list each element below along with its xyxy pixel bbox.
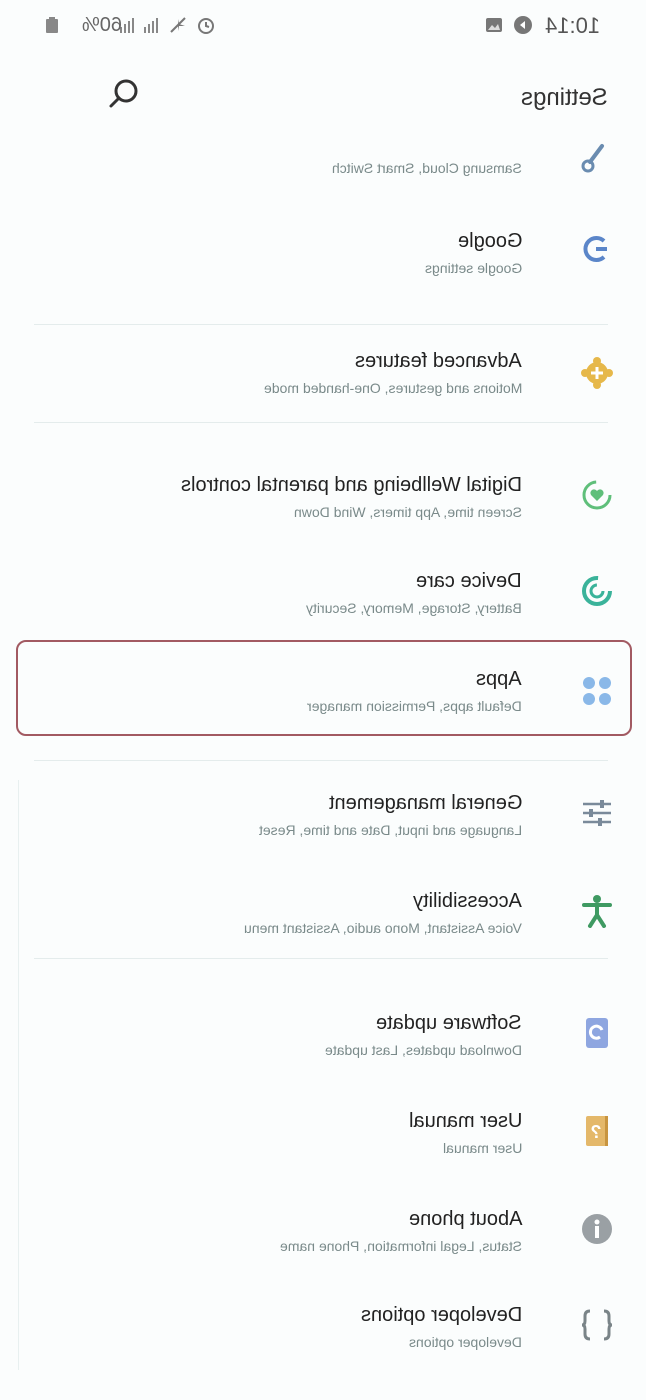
item-title: Apps	[476, 668, 522, 690]
battery-percentage: 60%	[82, 14, 123, 36]
airplane-off-icon	[170, 17, 186, 33]
sliders-icon	[583, 800, 611, 826]
item-subtitle: Screen time, App timers, Wind Down	[294, 504, 522, 520]
google-icon	[583, 236, 607, 262]
item-subtitle: Download updates, Last update	[325, 1042, 522, 1058]
puzzle-gear-icon	[581, 357, 613, 389]
item-title: Software update	[376, 1012, 522, 1034]
item-subtitle: Developer options	[409, 1334, 522, 1350]
braces-icon	[581, 1309, 613, 1341]
settings-item-software-update[interactable]: Software update Download updates, Last u…	[18, 1002, 630, 1072]
accessibility-icon	[582, 895, 612, 928]
item-title: Device care	[416, 570, 522, 592]
settings-item-apps[interactable]: Apps Default apps, Permission manager	[18, 658, 630, 728]
settings-item-advanced-features[interactable]: Advanced features Motions and gestures, …	[18, 340, 630, 410]
settings-item-about-phone[interactable]: About phone Status, Legal information, P…	[18, 1198, 630, 1268]
item-title: Advanced features	[355, 350, 522, 372]
settings-item-device-care[interactable]: Device care Battery, Storage, Memory, Se…	[18, 560, 630, 630]
item-title: Digital Wellbeing and parental controls	[181, 474, 522, 496]
software-update-icon	[586, 1018, 608, 1048]
page-title: Settings	[521, 84, 608, 111]
device-care-icon	[582, 576, 612, 606]
item-subtitle: Samsung Cloud, Smart Switch	[332, 160, 522, 176]
item-subtitle: Language and input, Date and time, Reset	[258, 822, 522, 838]
alarm-icon	[198, 18, 214, 34]
header: Settings	[0, 60, 646, 132]
item-title: General management	[328, 792, 522, 814]
item-title: Google	[457, 230, 523, 252]
settings-item-general-management[interactable]: General management Language and input, D…	[18, 782, 630, 852]
item-subtitle: Battery, Storage, Memory, Security	[306, 600, 522, 616]
section-divider	[34, 422, 608, 423]
item-subtitle: Status, Legal information, Phone name	[279, 1238, 522, 1254]
image-icon	[486, 18, 502, 32]
key-icon	[581, 144, 604, 173]
section-divider	[34, 324, 608, 325]
item-subtitle: Motions and gestures, One-handed mode	[263, 380, 522, 396]
settings-item-google[interactable]: Google Google settings	[18, 220, 630, 290]
search-icon[interactable]	[104, 74, 144, 114]
settings-item-digital-wellbeing[interactable]: Digital Wellbeing and parental controls …	[18, 464, 630, 534]
apps-icon	[583, 677, 611, 705]
item-subtitle: Google settings	[424, 260, 522, 276]
section-divider	[34, 760, 608, 761]
item-title: About phone	[408, 1208, 522, 1230]
settings-item-accessibility[interactable]: Accessibility Voice Assistant, Mono audi…	[18, 880, 630, 950]
settings-item-developer-options[interactable]: Developer options Developer options	[18, 1294, 630, 1364]
signal-icon	[144, 18, 158, 33]
wellbeing-icon	[582, 480, 612, 510]
svg-text:?: ?	[591, 1122, 602, 1142]
play-icon	[514, 16, 532, 34]
section-divider	[34, 958, 608, 959]
item-subtitle: Voice Assistant, Mono audio, Assistant m…	[244, 920, 522, 936]
status-bar: 10:14 60%	[0, 0, 646, 52]
item-subtitle: User manual	[442, 1140, 522, 1156]
item-title: Accessibility	[413, 890, 522, 912]
list-divider-line	[18, 780, 19, 1370]
item-subtitle: Default apps, Permission manager	[307, 698, 522, 714]
item-title: Developer options	[360, 1304, 522, 1326]
user-manual-icon: ?	[586, 1116, 608, 1146]
item-title: User manual	[408, 1110, 522, 1132]
settings-item-accounts-backup[interactable]: Samsung Cloud, Smart Switch	[18, 140, 630, 190]
settings-item-user-manual[interactable]: User manual User manual ?	[18, 1100, 630, 1170]
status-time: 10:14	[545, 13, 601, 38]
info-icon	[582, 1214, 612, 1244]
battery-icon	[46, 17, 58, 33]
